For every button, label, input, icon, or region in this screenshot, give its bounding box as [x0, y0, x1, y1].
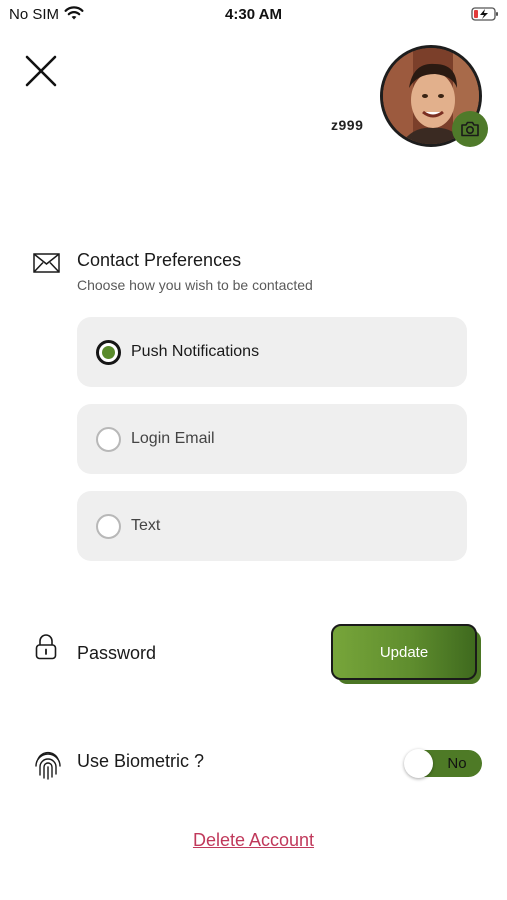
biometric-toggle[interactable]: No [404, 749, 482, 778]
close-icon [25, 55, 57, 87]
option-label: Login Email [131, 430, 215, 447]
status-bar: No SIM 4:30 AM [0, 0, 507, 28]
status-time: 4:30 AM [225, 6, 282, 23]
update-button-face[interactable]: Update [331, 624, 477, 680]
battery-charging-icon [471, 6, 499, 27]
fingerprint-icon [34, 750, 62, 785]
lock-icon [35, 634, 57, 665]
option-label: Text [131, 517, 161, 534]
biometric-label: Use Biometric ? [77, 751, 205, 771]
close-button[interactable] [22, 52, 60, 90]
delete-account-link[interactable]: Delete Account [0, 830, 507, 851]
camera-icon [461, 121, 479, 137]
option-login-email[interactable]: Login Email [77, 404, 467, 474]
option-push-notifications[interactable]: Push Notifications [77, 317, 467, 387]
avatar-container [380, 45, 488, 147]
change-photo-button[interactable] [452, 111, 488, 147]
option-text[interactable]: Text [77, 491, 467, 561]
mail-icon [33, 253, 60, 278]
password-label: Password [77, 643, 157, 663]
option-label: Push Notifications [131, 343, 260, 360]
username-label: z999 [331, 117, 364, 133]
radio-text[interactable] [96, 514, 121, 539]
toggle-value: No [447, 755, 467, 772]
toggle-knob[interactable] [404, 749, 433, 778]
radio-login-email[interactable] [96, 427, 121, 452]
contact-preferences-title: Contact Preferences [77, 250, 242, 270]
update-password-button[interactable]: Update [331, 624, 481, 684]
update-button-label: Update [379, 643, 429, 661]
radio-push-notifications[interactable] [96, 340, 121, 365]
contact-preferences-subtitle: Choose how you wish to be contacted [77, 277, 313, 293]
